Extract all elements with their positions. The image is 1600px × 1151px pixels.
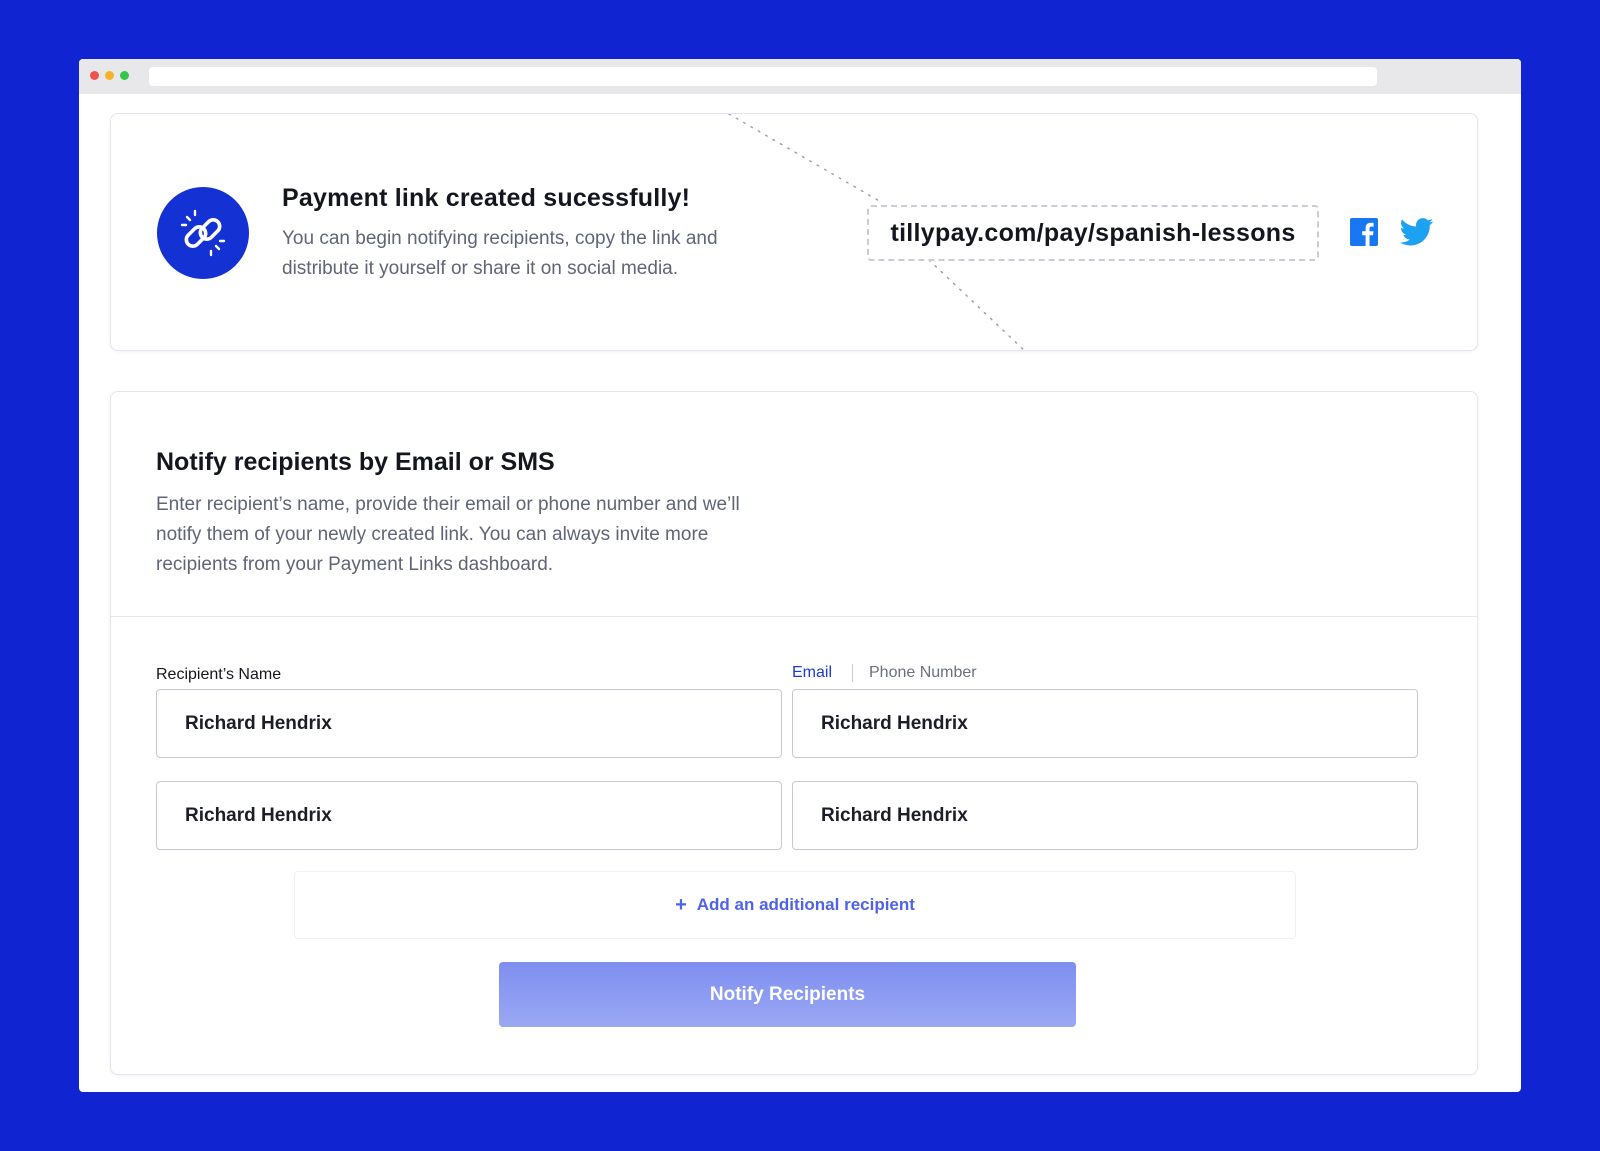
notify-recipients-button[interactable]: Notify Recipients — [499, 962, 1076, 1027]
plus-icon: + — [675, 893, 687, 916]
browser-chrome — [79, 59, 1521, 94]
payment-link-box[interactable]: tillypay.com/pay/spanish-lessons — [867, 205, 1319, 261]
close-window-dot[interactable] — [90, 71, 99, 80]
add-recipient-button[interactable]: + Add an additional recipient — [294, 871, 1296, 939]
recipient-name-input[interactable]: Richard Hendrix — [156, 689, 782, 758]
add-recipient-label: Add an additional recipient — [696, 895, 915, 914]
notify-card: Notify recipients by Email or SMS Enter … — [110, 391, 1478, 1075]
recipient-name-label: Recipient’s Name — [156, 666, 282, 683]
toggle-separator — [852, 664, 853, 682]
address-bar[interactable] — [149, 67, 1377, 86]
maximize-window-dot[interactable] — [120, 71, 129, 80]
recipient-contact-input[interactable]: Richard Hendrix — [792, 781, 1418, 850]
phone-number-toggle[interactable]: Phone Number — [869, 664, 977, 682]
success-description: You can begin notifying recipients, copy… — [282, 228, 718, 279]
recipient-contact-input[interactable]: Richard Hendrix — [792, 689, 1418, 758]
notify-description: Enter recipient’s name, provide their em… — [156, 494, 740, 575]
notify-title: Notify recipients by Email or SMS — [156, 448, 555, 476]
minimize-window-dot[interactable] — [105, 71, 114, 80]
divider — [111, 616, 1477, 617]
facebook-icon[interactable] — [1350, 218, 1378, 251]
success-title: Payment link created sucessfully! — [282, 184, 691, 212]
email-toggle[interactable]: Email — [792, 664, 832, 682]
link-icon — [157, 187, 249, 279]
browser-window: Payment link created sucessfully! You ca… — [79, 59, 1521, 1092]
success-card: Payment link created sucessfully! You ca… — [110, 113, 1478, 351]
recipient-name-input[interactable]: Richard Hendrix — [156, 781, 782, 850]
twitter-icon[interactable] — [1399, 218, 1434, 251]
